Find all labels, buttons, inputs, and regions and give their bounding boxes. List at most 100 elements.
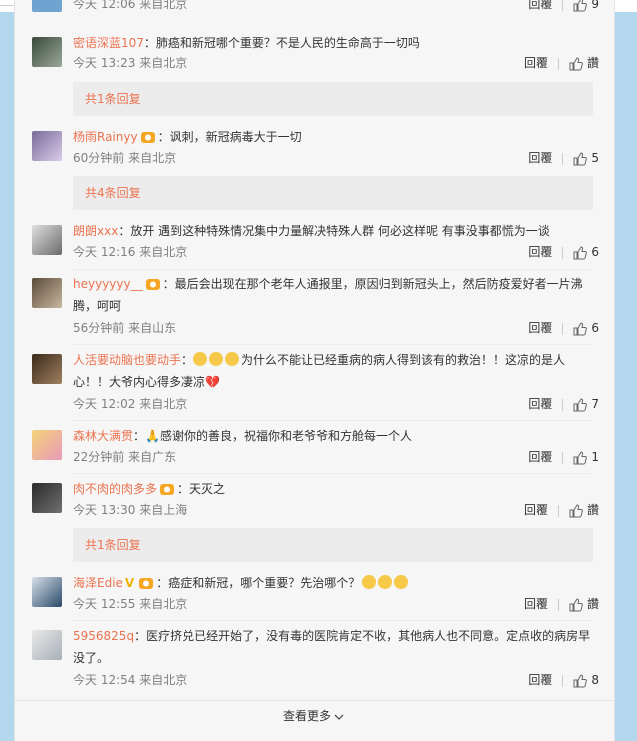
chevron-down-icon	[334, 714, 344, 720]
comment-body-line2: 心！！大爷内心得多凄凉	[73, 375, 206, 389]
like-count: 9	[591, 0, 599, 11]
reply-button[interactable]: 回覆	[528, 321, 552, 335]
comment-text: 人活要动脑也要动手： 为什么不能让已经重病的病人得到该有的救治！！这凉的是人	[73, 352, 566, 367]
divider	[73, 344, 593, 345]
like-button[interactable]: 6	[573, 321, 599, 335]
username-link[interactable]: 森林大满贯	[73, 429, 133, 443]
username-link[interactable]: 海泽Edie	[73, 576, 123, 590]
reply-button[interactable]: 回覆	[524, 503, 548, 517]
thumbs-up-icon	[573, 321, 588, 335]
avatar[interactable]	[32, 630, 62, 660]
reply-button[interactable]: 回覆	[524, 597, 548, 611]
avatar[interactable]	[32, 354, 62, 384]
comment-text: 朗朗xxx：放开 遇到这种特殊情况集中力量解决特殊人群 何必这样呢 有事没事都慌…	[73, 221, 593, 241]
comment-text: 杨雨Rainyy ：讽刺，新冠病毒大于一切	[73, 127, 593, 147]
divider	[73, 620, 593, 621]
comment-actions: 回覆 8	[528, 670, 599, 690]
load-more-button[interactable]: 查看更多	[14, 700, 613, 731]
comment-meta: 今天 12:16 来自北京	[73, 245, 188, 259]
reply-button[interactable]: 回覆	[528, 450, 552, 464]
avatar[interactable]	[32, 131, 62, 161]
avatar[interactable]	[32, 37, 62, 67]
view-replies-button[interactable]: 共1条回复	[73, 82, 593, 116]
view-replies-button[interactable]: 共1条回复	[73, 528, 593, 562]
like-button[interactable]: 6	[573, 245, 599, 259]
reply-button[interactable]: 回覆	[528, 0, 552, 11]
thumbs-up-icon	[573, 151, 588, 165]
comment-actions: 回覆 6	[528, 242, 599, 262]
comment-body: 为什么不能让已经重病的病人得到该有的救治！！这凉的是人	[241, 353, 566, 367]
comment-text: 密语深蓝107：肺癌和新冠哪个重要？不是人民的生命高于一切吗	[73, 33, 593, 53]
comment-actions: 回覆 7	[528, 394, 599, 414]
username-link[interactable]: 人活要动脑也要动手	[73, 353, 181, 367]
username-link[interactable]: 杨雨Rainyy	[73, 130, 138, 144]
username-link[interactable]: 5956825q	[73, 629, 134, 643]
reply-button[interactable]: 回覆	[528, 673, 552, 687]
like-count: 5	[591, 151, 599, 165]
divider	[73, 420, 593, 421]
like-button[interactable]: 讚	[569, 503, 599, 517]
comment-body: ：医疗挤兑已经开始了，没有毒的医院肯定不收，其他病人也不同意。定点收的病房早	[134, 629, 591, 643]
like-count: 讚	[586, 56, 599, 70]
thumbs-up-icon	[569, 597, 583, 611]
comment-meta: 60分钟前 来自北京	[73, 151, 177, 165]
username-link[interactable]: 肉不肉的肉多多	[73, 482, 157, 496]
comment-meta: 今天 12:55 来自北京	[73, 597, 188, 611]
load-more-label: 查看更多	[282, 709, 331, 723]
smile-emoji-icon	[378, 575, 393, 589]
avatar[interactable]	[32, 577, 62, 607]
reply-button[interactable]: 回覆	[528, 245, 552, 259]
comment-actions: 回覆 讚	[524, 53, 599, 73]
comment-meta: 22分钟前 来自广东	[73, 450, 177, 464]
thumbs-up-icon	[573, 397, 588, 411]
thumbs-up-icon	[573, 0, 588, 11]
view-replies-button[interactable]: 共4条回复	[73, 176, 593, 210]
comment-actions: 回覆 5	[528, 148, 599, 168]
reply-button[interactable]: 回覆	[528, 151, 552, 165]
username-link[interactable]: 密语深蓝107	[73, 36, 144, 50]
thumbs-up-icon	[573, 450, 588, 464]
comment-actions: 回覆 讚	[524, 594, 599, 614]
like-count: 讚	[586, 503, 599, 517]
like-button[interactable]: 9	[573, 0, 599, 11]
comment-meta: 今天 12:02 来自北京	[73, 397, 188, 411]
comment-body: ：天灭之	[177, 482, 226, 496]
avatar[interactable]	[32, 430, 62, 460]
like-button[interactable]: 7	[573, 397, 599, 411]
like-button[interactable]: 讚	[569, 597, 599, 611]
avatar[interactable]	[32, 0, 62, 12]
username-link[interactable]: 朗朗xxx	[73, 224, 118, 238]
smile-emoji-icon	[362, 575, 377, 589]
vip-badge-icon	[145, 279, 160, 290]
comment-meta: 今天 13:23 来自北京	[73, 56, 188, 70]
like-count: 6	[591, 321, 599, 335]
comment-body: ：肺癌和新冠哪个重要？不是人民的生命高于一切吗	[143, 36, 420, 50]
username-link[interactable]: heyyyyyy__	[73, 277, 143, 291]
comment-actions: 回覆 1	[528, 447, 599, 467]
avatar[interactable]	[32, 225, 62, 255]
comment-meta: 今天 13:30 来自上海	[73, 503, 188, 517]
comment-body: 感谢你的善良，祝福你和老爷爷和方舱每一个人	[159, 429, 412, 443]
vip-badge-icon	[140, 132, 155, 143]
like-count: 1	[591, 450, 599, 464]
praying-hands-icon: 🙏	[145, 429, 160, 443]
like-button[interactable]: 5	[573, 151, 599, 165]
comment-text-line2: 心！！大爷内心得多凄凉💔	[73, 372, 593, 392]
avatar[interactable]	[32, 278, 62, 308]
avatar[interactable]	[32, 483, 62, 513]
comment-meta: 56分钟前 来自山东	[73, 321, 177, 335]
thumbs-up-icon	[573, 673, 588, 687]
broken-heart-icon: 💔	[205, 375, 220, 389]
vip-badge-icon	[160, 484, 175, 495]
thumbs-up-icon	[569, 503, 583, 517]
comment-body: ：癌症和新冠，哪个重要？先治哪个？	[156, 576, 361, 590]
divider	[73, 473, 593, 474]
like-button[interactable]: 讚	[569, 56, 599, 70]
like-count: 7	[591, 397, 599, 411]
like-button[interactable]: 8	[573, 673, 599, 687]
reply-button[interactable]: 回覆	[524, 56, 548, 70]
like-count: 讚	[586, 597, 599, 611]
like-button[interactable]: 1	[573, 450, 599, 464]
thumbs-up-icon	[569, 56, 583, 70]
reply-button[interactable]: 回覆	[528, 397, 552, 411]
